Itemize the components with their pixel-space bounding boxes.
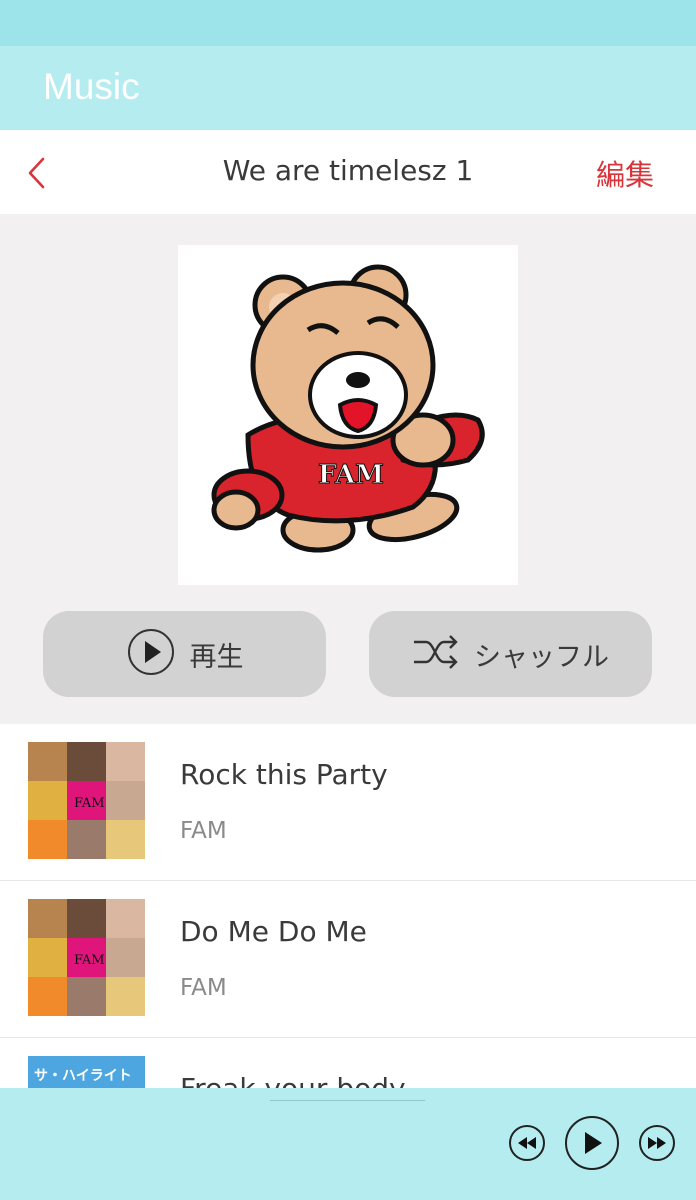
play-icon[interactable] [565,1116,619,1170]
player-grip[interactable] [270,1100,425,1101]
track-artist: FAM [180,975,227,1001]
shuffle-button[interactable]: シャッフル [369,611,652,697]
play-button[interactable]: 再生 [43,611,326,697]
track-row[interactable]: FAM Do Me Do Me FAM [0,881,696,1038]
track-artwork: FAM [28,742,145,859]
play-label: 再生 [189,641,244,673]
app-title: Music [43,66,140,107]
artwork-text: FAM [318,460,384,490]
playlist-hero: FAM 再生 シャッフル [0,214,696,724]
track-title: Rock this Party [180,758,388,791]
shuffle-label: シャッフル [474,641,609,673]
fast-forward-icon[interactable] [639,1125,675,1161]
track-artwork-text: サ・ハイライト [34,1068,132,1084]
shuffle-icon [412,632,460,676]
mini-player [0,1088,696,1200]
album-artwork: FAM [178,245,518,585]
track-row[interactable]: サ・ハイライト Freak your body [0,1038,696,1088]
play-circle-icon [126,627,176,681]
rewind-icon[interactable] [509,1125,545,1161]
app-bar: Music [0,46,696,130]
status-bar [0,0,696,46]
track-artwork-text: FAM [74,953,105,968]
track-list: FAM Rock this Party FAM FAM Do Me Do Me … [0,724,696,1088]
track-artwork-text: FAM [74,796,105,811]
track-artwork: FAM [28,899,145,1016]
track-artist: FAM [180,818,227,844]
track-title: Freak your body [180,1072,406,1088]
playlist-title: We are timelesz 1 [222,154,474,187]
track-row[interactable]: FAM Rock this Party FAM [0,724,696,881]
track-title: Do Me Do Me [180,915,367,948]
track-artwork: サ・ハイライト [28,1056,145,1088]
edit-button[interactable]: 編集 [596,152,654,194]
playlist-header: We are timelesz 1 編集 [0,130,696,214]
